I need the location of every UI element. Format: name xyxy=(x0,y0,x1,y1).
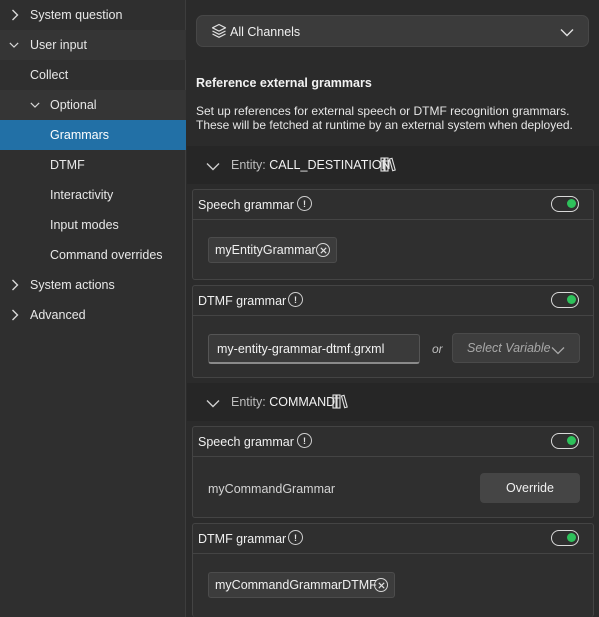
grammar-chip-label: myEntityGrammar xyxy=(215,243,316,257)
section-description: Set up references for external speech or… xyxy=(196,104,591,132)
sidebar-item-label: Grammars xyxy=(50,128,110,142)
card-title: DTMF grammar xyxy=(198,532,287,546)
sidebar-item-advanced[interactable]: Advanced xyxy=(0,300,186,330)
toggle-knob xyxy=(567,533,576,542)
sidebar-item-interactivity[interactable]: Interactivity xyxy=(0,180,186,210)
entity-prefix: Entity: xyxy=(231,395,266,409)
entity-prefix: Entity: xyxy=(231,158,266,172)
sidebar-item-label: Collect xyxy=(30,68,69,82)
card-title: Speech grammar xyxy=(198,198,294,212)
grammar-chip: myCommandGrammarDTMF xyxy=(208,572,395,598)
card-header: Speech grammar ! xyxy=(193,190,593,220)
chevron-right-icon xyxy=(10,309,20,321)
toggle-knob xyxy=(567,436,576,445)
speech-grammar-value: myCommandGrammar xyxy=(208,482,336,496)
or-label: or xyxy=(432,342,443,356)
speech-grammar-toggle[interactable] xyxy=(551,433,579,449)
info-icon[interactable]: ! xyxy=(297,196,312,211)
dtmf-grammar-card: DTMF grammar ! my-entity-grammar-dtmf.gr… xyxy=(192,285,594,378)
entity-header-call-destination[interactable]: Entity: CALL_DESTINATION xyxy=(187,146,599,184)
sidebar-item-system-actions[interactable]: System actions xyxy=(0,270,186,300)
sidebar-item-label: Advanced xyxy=(30,308,86,322)
dtmf-grammar-input[interactable]: my-entity-grammar-dtmf.grxml xyxy=(208,334,420,364)
speech-grammar-card: Speech grammar ! myCommandGrammar Overri… xyxy=(192,426,594,518)
info-icon[interactable]: ! xyxy=(288,292,303,307)
sidebar-item-label: User input xyxy=(30,38,87,52)
info-icon[interactable]: ! xyxy=(297,433,312,448)
chevron-right-icon xyxy=(10,9,20,21)
sidebar-item-system-question[interactable]: System question xyxy=(0,0,186,30)
dtmf-grammar-toggle[interactable] xyxy=(551,530,579,546)
info-icon[interactable]: ! xyxy=(288,530,303,545)
card-header: DTMF grammar ! xyxy=(193,286,593,316)
speech-grammar-card: Speech grammar ! myEntityGrammar xyxy=(192,189,594,280)
chevron-down-icon xyxy=(206,160,220,174)
dtmf-grammar-toggle[interactable] xyxy=(551,292,579,308)
sidebar-item-grammars[interactable]: Grammars xyxy=(0,120,186,150)
chevron-down-icon xyxy=(9,40,19,50)
remove-chip-icon[interactable] xyxy=(374,578,388,592)
grammar-chip-label: myCommandGrammarDTMF xyxy=(215,578,377,592)
sidebar-item-command-overrides[interactable]: Command overrides xyxy=(0,240,186,270)
card-header: Speech grammar ! xyxy=(193,427,593,457)
entity-name: COMMAND xyxy=(269,395,336,409)
entity-header-command[interactable]: Entity: COMMAND xyxy=(187,383,599,421)
sidebar-item-label: Input modes xyxy=(50,218,119,232)
sidebar-item-input-modes[interactable]: Input modes xyxy=(0,210,186,240)
main-panel: All Channels Reference external grammars… xyxy=(187,0,599,617)
library-icon xyxy=(332,394,348,412)
toggle-knob xyxy=(567,295,576,304)
layers-icon xyxy=(211,23,227,42)
sidebar-item-label: DTMF xyxy=(50,158,85,172)
sidebar-item-label: Optional xyxy=(50,98,97,112)
chevron-down-icon xyxy=(206,397,220,411)
select-variable-placeholder: Select Variable xyxy=(467,341,551,355)
library-icon xyxy=(380,157,396,175)
sidebar-item-dtmf[interactable]: DTMF xyxy=(0,150,186,180)
channel-select[interactable]: All Channels xyxy=(196,15,589,47)
grammar-chip: myEntityGrammar xyxy=(208,237,337,263)
chevron-down-icon xyxy=(30,100,40,110)
remove-chip-icon[interactable] xyxy=(316,243,330,257)
sidebar-item-label: Interactivity xyxy=(50,188,114,202)
chevron-down-icon xyxy=(560,26,574,40)
chevron-down-icon xyxy=(551,344,565,358)
chevron-right-icon xyxy=(10,279,20,291)
card-header: DTMF grammar ! xyxy=(193,524,593,554)
sidebar-item-optional[interactable]: Optional xyxy=(0,90,186,120)
sidebar: System question User input Collect Optio… xyxy=(0,0,186,617)
sidebar-item-label: System question xyxy=(30,8,123,22)
sidebar-item-collect[interactable]: Collect xyxy=(0,60,186,90)
entity-label: Entity: COMMAND xyxy=(231,395,335,409)
sidebar-item-label: System actions xyxy=(30,278,115,292)
entity-name: CALL_DESTINATION xyxy=(269,158,391,172)
channel-select-value: All Channels xyxy=(230,25,301,39)
section-description-line: These will be fetched at runtime by an e… xyxy=(196,118,573,132)
entity-label: Entity: CALL_DESTINATION xyxy=(231,158,391,172)
override-button[interactable]: Override xyxy=(480,473,580,503)
card-title: Speech grammar xyxy=(198,435,294,449)
sidebar-item-label: Command overrides xyxy=(50,248,163,262)
sidebar-item-user-input[interactable]: User input xyxy=(0,30,186,60)
select-variable-dropdown[interactable]: Select Variable xyxy=(452,333,580,363)
section-title: Reference external grammars xyxy=(196,76,372,90)
speech-grammar-toggle[interactable] xyxy=(551,196,579,212)
dtmf-grammar-card: DTMF grammar ! myCommandGrammarDTMF xyxy=(192,523,594,617)
card-title: DTMF grammar xyxy=(198,294,287,308)
toggle-knob xyxy=(567,199,576,208)
section-description-line: Set up references for external speech or… xyxy=(196,104,570,118)
